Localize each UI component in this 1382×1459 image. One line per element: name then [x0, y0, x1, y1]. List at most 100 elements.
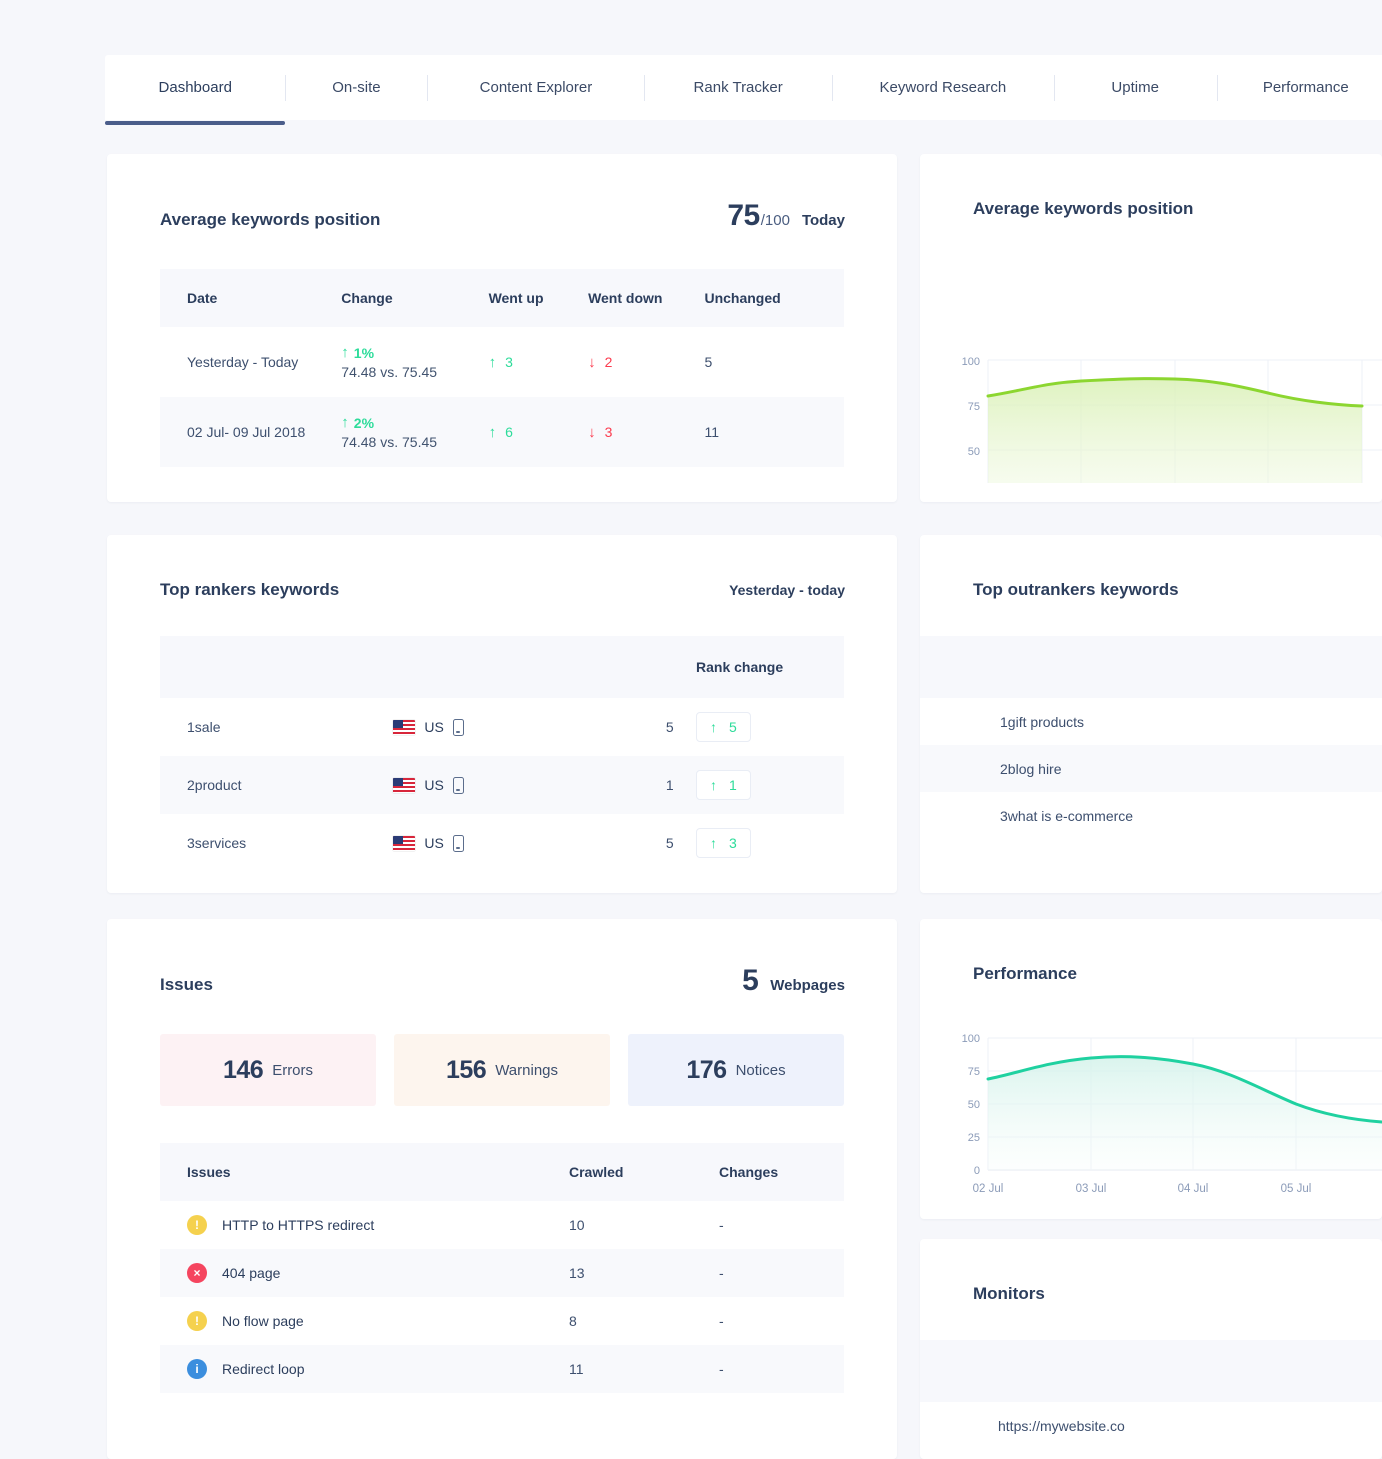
issue-cell: i Redirect loop: [160, 1345, 569, 1393]
tab-content-explorer[interactable]: Content Explorer: [427, 55, 644, 120]
keyword-name: gift products: [1007, 713, 1085, 730]
table-row[interactable]: ! No flow page 8 -: [160, 1297, 844, 1345]
rank-change-badge[interactable]: ↑ 1: [696, 770, 751, 800]
tab-performance[interactable]: Performance: [1216, 55, 1382, 120]
col-went-up: Went up: [488, 290, 544, 306]
webpages-label: Webpages: [770, 977, 845, 994]
chart-area-fill: [988, 378, 1362, 483]
col-crawled: Crawled: [569, 1164, 624, 1180]
arrow-up-icon: ↑: [341, 344, 349, 361]
crawled-value: 10: [569, 1217, 585, 1233]
issue-group: × 404 page: [187, 1263, 569, 1283]
table-row[interactable]: 1 sale US 5 ↑ 5: [160, 698, 844, 756]
tab-rank-tracker[interactable]: Rank Tracker: [644, 55, 831, 120]
rank-change-value: 3: [729, 835, 737, 851]
table-header-row: Issues Crawled Changes: [160, 1143, 844, 1201]
list-item[interactable]: https://mywebsite.co: [920, 1402, 1382, 1449]
top-outrankers-keywords-card: Top outrankers keywords 1 gift products …: [920, 535, 1382, 893]
list-item[interactable]: 3 what is e-commerce: [920, 792, 1382, 839]
changes-value: -: [719, 1217, 724, 1233]
average-keywords-table-wrapper: Date Change Went up Went down Unchanged …: [107, 233, 897, 467]
table-head: Date Change Went up Went down Unchanged: [160, 269, 844, 327]
card-header: Monitors: [920, 1239, 1382, 1304]
ytick-50: 50: [968, 1099, 980, 1111]
performance-title: Performance: [973, 964, 1077, 983]
arrow-up-icon: ↑: [488, 353, 497, 371]
status-badge-warnings[interactable]: 156 Warnings: [394, 1034, 610, 1106]
score-period-label: Today: [801, 212, 845, 229]
issue-name: 404 page: [222, 1265, 281, 1281]
monitors-card: Monitors https://mywebsite.co: [920, 1239, 1382, 1459]
col-spacer: [160, 636, 696, 698]
geo-device-group: US: [393, 834, 665, 852]
table-row[interactable]: Yesterday - Today ↑ 1% 74.48 vs. 75.45 ↑: [160, 327, 844, 397]
table-row[interactable]: 2 product US 1 ↑ 1: [160, 756, 844, 814]
monitor-url[interactable]: https://mywebsite.co: [920, 1402, 1382, 1449]
rank-value: 1: [665, 777, 674, 793]
changes-value: -: [719, 1313, 724, 1329]
tab-on-site[interactable]: On-site: [285, 55, 427, 120]
table-head: [920, 1340, 1382, 1402]
crawled-value: 8: [569, 1313, 577, 1329]
errors-count: 146: [222, 1055, 264, 1084]
country-code: US: [424, 777, 444, 793]
went-up-group: ↑ 6: [489, 424, 589, 440]
issues-title: Issues: [160, 975, 213, 994]
table-row[interactable]: 3 services US 5 ↑ 3: [160, 814, 844, 872]
list-item[interactable]: 1 gift products: [920, 698, 1382, 745]
col-spacer: [920, 1340, 1382, 1402]
changes-value: -: [719, 1265, 724, 1281]
crawled-value: 11: [569, 1361, 584, 1377]
rank-value: 5: [665, 835, 674, 851]
webpages-count: 5: [742, 964, 759, 997]
mobile-device-icon: [452, 776, 464, 794]
issue-cell: ! No flow page: [160, 1297, 569, 1345]
keyword-name: services: [194, 835, 247, 851]
status-badge-notices[interactable]: 176 Notices: [628, 1034, 844, 1106]
table-row[interactable]: 02 Jul- 09 Jul 2018 ↑ 2% 74.48 vs. 75.45…: [160, 397, 844, 467]
table-header-row: Rank change: [160, 636, 844, 698]
col-change: Change: [341, 290, 393, 306]
geo-device-cell: US: [393, 698, 665, 756]
tab-keyword-research[interactable]: Keyword Research: [831, 55, 1054, 120]
table-row[interactable]: × 404 page 13 -: [160, 1249, 844, 1297]
went-down-value: 2: [604, 354, 613, 370]
top-rankers-title: Top rankers keywords: [160, 580, 340, 599]
rank-change-cell: ↑ 1: [696, 756, 844, 814]
rank-change-cell: ↑ 5: [696, 698, 844, 756]
cell-went-down: ↓ 3: [588, 397, 704, 467]
top-rankers-table: Rank change 1 sale US 5 ↑ 5 2 product US…: [160, 636, 844, 872]
page-title: Average keywords position: [160, 210, 381, 229]
status-badge-errors[interactable]: 146 Errors: [160, 1034, 376, 1106]
table-row[interactable]: ! HTTP to HTTPS redirect 10 -: [160, 1201, 844, 1249]
xtick-1: 03 Jul: [1076, 1183, 1107, 1195]
keyword-name: blog hire: [1007, 760, 1062, 777]
issues-table: Issues Crawled Changes ! HTTP to HTTPS r…: [160, 1143, 844, 1393]
table-row[interactable]: i Redirect loop 11 -: [160, 1345, 844, 1393]
change-percent: ↑ 2%: [341, 415, 488, 431]
xtick-0: 02 Jul: [973, 1183, 1004, 1195]
change-detail: 74.48 vs. 75.45: [341, 433, 438, 450]
rank-change-badge[interactable]: ↑ 5: [696, 712, 751, 742]
issue-group: ! No flow page: [187, 1311, 569, 1331]
warning-icon: !: [187, 1215, 207, 1235]
change-percent-value: 1%: [353, 344, 375, 361]
rank-change-badge[interactable]: ↑ 3: [696, 828, 751, 858]
warning-icon: !: [187, 1311, 207, 1331]
table-body: ! HTTP to HTTPS redirect 10 - × 404 page: [160, 1201, 844, 1393]
crawled-value: 13: [569, 1265, 585, 1281]
webpages-group: 5 Webpages: [742, 964, 845, 998]
rank-change-cell: ↑ 3: [696, 814, 844, 872]
mobile-device-icon: [452, 834, 464, 852]
col-went-down: Went down: [588, 290, 663, 306]
warnings-label: Warnings: [495, 1061, 559, 1079]
row-index: 3: [1000, 807, 1008, 824]
top-rankers-table-wrapper: Rank change 1 sale US 5 ↑ 5 2 product US…: [107, 600, 897, 872]
tab-dashboard[interactable]: Dashboard: [105, 55, 286, 125]
tab-uptime[interactable]: Uptime: [1053, 55, 1217, 120]
list-item[interactable]: 2 blog hire: [920, 745, 1382, 792]
issues-table-wrapper: Issues Crawled Changes ! HTTP to HTTPS r…: [107, 1106, 897, 1393]
ytick-100: 100: [962, 356, 980, 368]
geo-device-group: US: [393, 718, 665, 736]
row-index: 2: [1000, 760, 1008, 777]
